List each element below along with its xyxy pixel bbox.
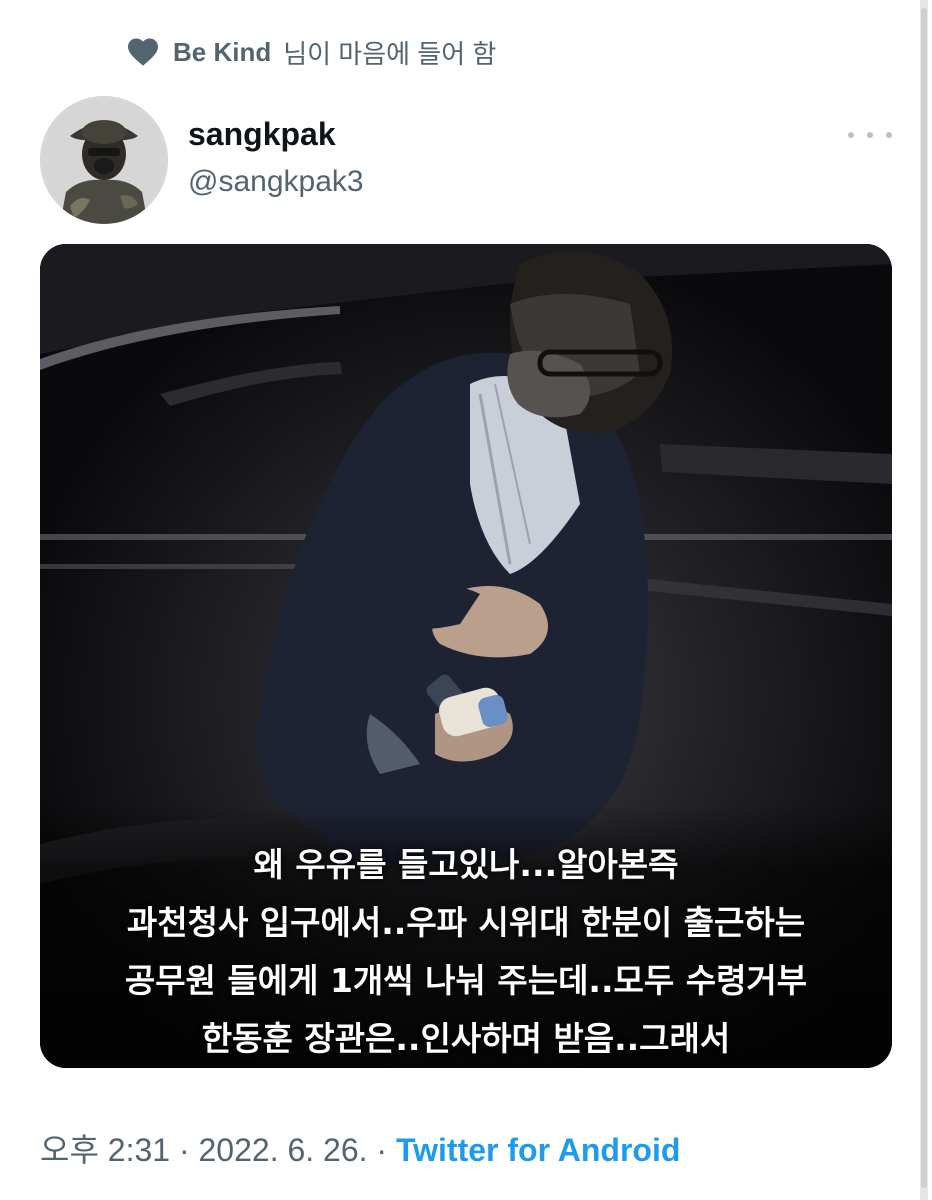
liked-text: 님이 마음에 들어 함 bbox=[283, 38, 497, 69]
meta-separator: · bbox=[376, 1132, 388, 1168]
heart-icon bbox=[128, 38, 158, 66]
avatar[interactable] bbox=[40, 96, 168, 224]
caption-line: 공무원 들에게 1개씩 나눠 주는데..모두 수령거부 bbox=[124, 961, 808, 1000]
tweet-source-link[interactable]: Twitter for Android bbox=[396, 1132, 680, 1168]
meta-separator: · bbox=[178, 1132, 190, 1168]
caption-line: 과천청사 입구에서..우파 시위대 한분이 출근하는 bbox=[126, 903, 806, 942]
tweet-time[interactable]: 오후 2:31 bbox=[40, 1132, 170, 1168]
caption-line: 한동훈 장관은..인사하며 받음..그래서 bbox=[201, 1019, 731, 1058]
scrollbar[interactable] bbox=[920, 0, 928, 1200]
social-context: Be Kind 님이 마음에 들어 함 bbox=[125, 30, 496, 74]
media-caption: 왜 우유를 들고있나...알아본즉 과천청사 입구에서..우파 시위대 한분이 … bbox=[40, 836, 892, 1068]
author-handle[interactable]: @sangkpak3 bbox=[188, 160, 364, 204]
author-display-name[interactable]: sangkpak bbox=[188, 112, 364, 156]
more-options-icon[interactable] bbox=[848, 122, 892, 148]
scrollbar-thumb[interactable] bbox=[921, 8, 927, 1188]
tweet-meta: 오후 2:31 · 2022. 6. 26. · Twitter for And… bbox=[40, 1126, 680, 1174]
tweet-media[interactable]: 왜 우유를 들고있나...알아본즉 과천청사 입구에서..우파 시위대 한분이 … bbox=[40, 244, 892, 1068]
author-block[interactable]: sangkpak @sangkpak3 bbox=[188, 112, 364, 204]
avatar-image bbox=[40, 96, 168, 224]
caption-line: 왜 우유를 들고있나...알아본즉 bbox=[253, 845, 679, 884]
liker-name[interactable]: Be Kind bbox=[173, 37, 271, 68]
tweet-date[interactable]: 2022. 6. 26. bbox=[199, 1132, 368, 1168]
